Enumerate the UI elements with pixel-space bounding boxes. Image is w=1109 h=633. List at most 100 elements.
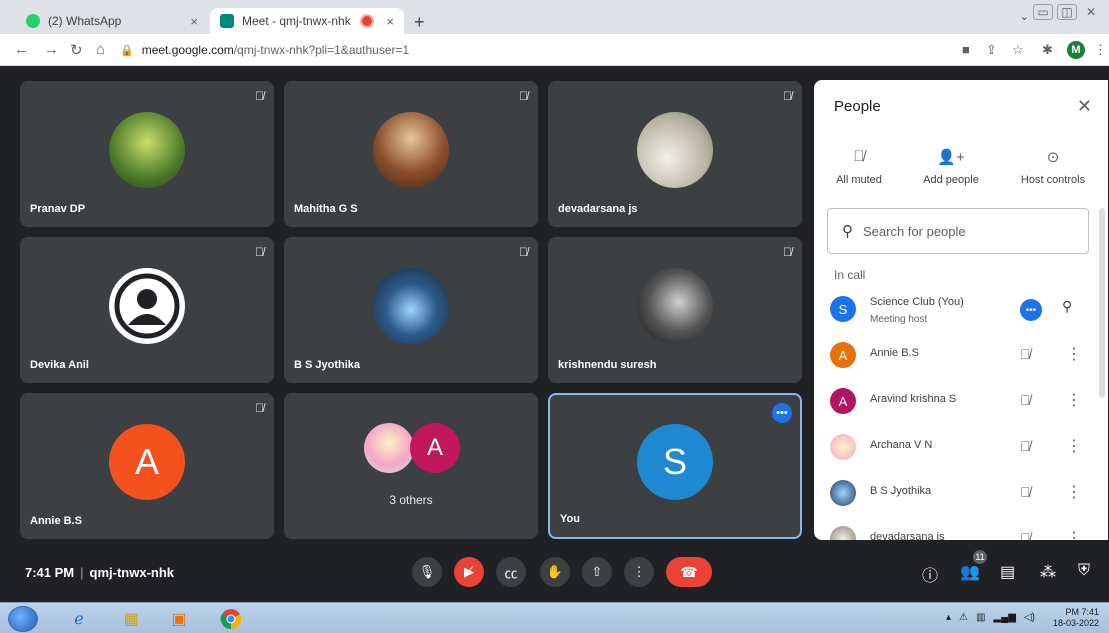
chat-icon[interactable]: ▤ <box>1000 562 1015 582</box>
network-warning-icon[interactable]: ⚠ <box>959 612 968 623</box>
signal-icon[interactable]: ▂▄▆ <box>993 612 1015 623</box>
video-tile[interactable]: 🎙̸ krishnendu suresh <box>548 237 802 383</box>
media-player-icon[interactable]: ▣ <box>162 606 196 632</box>
participant-row[interactable]: A Aravind krishna S 🎙̸ ⋮ <box>830 382 1100 422</box>
pin-icon[interactable]: ⚲ <box>1062 298 1072 315</box>
add-person-icon: 👤+ <box>937 149 965 166</box>
video-tile[interactable]: 🎙̸ A Annie B.S <box>20 393 274 539</box>
mic-off-icon[interactable]: 🎙̸ <box>1020 484 1031 500</box>
video-tile[interactable]: 🎙̸ Pranav DP <box>20 81 274 227</box>
more-vert-icon[interactable]: ⋮ <box>1066 344 1082 364</box>
participant-name: devadarsana js <box>870 531 945 540</box>
others-avatar-2: A <box>410 423 460 473</box>
mic-off-icon[interactable]: 🎙̸ <box>1020 392 1031 408</box>
more-vert-icon[interactable]: ⋮ <box>1066 528 1082 540</box>
volume-icon[interactable]: ◁) <box>1024 612 1035 623</box>
bookmark-star-icon[interactable]: ☆ <box>1012 42 1024 58</box>
raise-hand-button[interactable]: ✋ <box>540 557 570 587</box>
video-tile[interactable]: 🎙̸ Mahitha G S <box>284 81 538 227</box>
os-taskbar: ℯ ▦ ▣ ▴ ⚠ ▥ ▂▄▆ ◁) PM 7:41 18-03-2022 <box>0 602 1109 633</box>
maximize-icon[interactable]: ◫ <box>1057 4 1077 20</box>
profile-avatar[interactable]: M <box>1067 41 1085 59</box>
more-options-icon[interactable]: ••• <box>772 403 792 423</box>
reload-icon[interactable]: ↻ <box>70 41 83 59</box>
share-icon[interactable]: ⇪ <box>986 42 997 58</box>
participant-row[interactable]: devadarsana js 🎙̸ ⋮ <box>830 520 1100 540</box>
camera-indicator-icon[interactable]: ■ <box>962 42 970 57</box>
recording-icon <box>362 16 373 26</box>
microphone-button[interactable]: 🎙 <box>412 557 442 587</box>
avatar-initial: S <box>662 441 687 482</box>
more-options-button[interactable]: ⋮ <box>624 557 654 587</box>
all-muted-button[interactable]: 🎙̸ All muted <box>814 148 904 186</box>
self-video-tile[interactable]: ••• S You <box>548 393 802 539</box>
more-vert-icon[interactable]: ⋮ <box>1066 482 1082 502</box>
participant-row[interactable]: B S Jyothika 🎙̸ ⋮ <box>830 474 1100 514</box>
meeting-controls-bar: 7:41 PM | qmj-tnwx-nhk 🎙 ▶̸ ㏄ ✋ ⇧ ⋮ ☎ ⓘ 👥 … <box>0 548 1109 602</box>
clock-time: PM 7:41 <box>1065 607 1099 617</box>
close-tab-icon[interactable]: × <box>190 14 198 29</box>
participant-name: Annie B.S <box>870 347 919 359</box>
extensions-icon[interactable]: ✱ <box>1042 42 1053 58</box>
participant-name: B S Jyothika <box>870 485 932 497</box>
end-call-button[interactable]: ☎ <box>666 557 712 587</box>
close-tab-icon[interactable]: × <box>386 14 394 29</box>
avatar: S <box>637 424 713 500</box>
tab-whatsapp[interactable]: (2) WhatsApp × <box>16 8 208 34</box>
file-explorer-icon[interactable]: ▦ <box>114 606 148 632</box>
video-tile[interactable]: 🎙̸ B S Jyothika <box>284 237 538 383</box>
add-people-button[interactable]: 👤+ Add people <box>906 148 996 186</box>
minimize-icon[interactable]: ▭ <box>1033 4 1053 20</box>
participant-name: Mahitha G S <box>294 203 358 215</box>
more-options-icon[interactable]: ••• <box>1020 299 1042 321</box>
participant-role: Meeting host <box>870 314 928 325</box>
avatar <box>109 112 185 188</box>
captions-button[interactable]: ㏄ <box>496 557 526 587</box>
chrome-icon[interactable] <box>214 606 248 632</box>
host-controls-button[interactable]: ⊙ Host controls <box>1008 148 1098 186</box>
mic-off-icon[interactable]: 🎙̸ <box>1020 530 1031 540</box>
url-host: meet.google.com <box>141 43 234 57</box>
home-icon[interactable]: ⌂ <box>96 41 105 58</box>
back-icon[interactable]: ← <box>14 41 29 58</box>
video-tile[interactable]: 🎙̸ devadarsana js <box>548 81 802 227</box>
more-vert-icon[interactable]: ⋮ <box>1066 390 1082 410</box>
participant-row[interactable]: A Annie B.S 🎙̸ ⋮ <box>830 336 1100 376</box>
participant-row[interactable]: S Science Club (You) Meeting host ••• ⚲ <box>830 290 1100 330</box>
more-vert-icon[interactable]: ⋮ <box>1066 436 1082 456</box>
video-tile[interactable]: 🎙̸ Devika Anil <box>20 237 274 383</box>
host-controls-icon[interactable]: ⛨ <box>1078 562 1090 580</box>
avatar-initial: A <box>426 434 443 461</box>
participant-row[interactable]: Archana V N 🎙̸ ⋮ <box>830 428 1100 468</box>
whatsapp-icon <box>26 14 40 28</box>
present-button[interactable]: ⇧ <box>582 557 612 587</box>
mic-off-icon[interactable]: 🎙̸ <box>1020 346 1031 362</box>
internet-explorer-icon[interactable]: ℯ <box>62 606 96 632</box>
others-tile[interactable]: A 3 others <box>284 393 538 539</box>
clock: 7:41 PM <box>25 565 75 580</box>
forward-icon[interactable]: → <box>44 41 59 58</box>
close-window-icon[interactable]: ✕ <box>1081 4 1101 20</box>
url-field[interactable]: 🔒 meet.google.com/qmj-tnwx-nhk?pli=1&aut… <box>120 39 950 61</box>
camera-off-button[interactable]: ▶̸ <box>454 557 484 587</box>
close-icon[interactable]: ✕ <box>1077 96 1092 117</box>
avatar-initial: A <box>134 441 159 482</box>
browser-menu-icon[interactable]: ⋮ <box>1094 42 1107 58</box>
network-icon[interactable]: ▥ <box>976 612 985 623</box>
info-icon[interactable]: ⓘ <box>922 562 938 586</box>
mic-off-icon: 🎙̸ <box>255 245 264 259</box>
system-clock[interactable]: PM 7:41 18-03-2022 <box>1053 607 1099 629</box>
participant-name: Science Club (You) <box>870 296 964 308</box>
new-tab-button[interactable]: + <box>414 12 425 33</box>
tab-meet[interactable]: Meet - qmj-tnwx-nhk × <box>210 8 404 34</box>
participant-name: B S Jyothika <box>294 359 361 371</box>
participant-count-badge: 11 <box>971 548 989 566</box>
start-button[interactable] <box>8 606 38 632</box>
mic-off-icon: 🎙̸ <box>853 148 865 165</box>
tab-search-icon[interactable]: ⌄ <box>1020 10 1029 23</box>
mic-off-icon[interactable]: 🎙̸ <box>1020 438 1031 454</box>
tray-expand-icon[interactable]: ▴ <box>946 612 951 623</box>
activities-icon[interactable]: ⁂ <box>1040 562 1056 582</box>
browser-tab-bar: (2) WhatsApp × Meet - qmj-tnwx-nhk × + ⌄… <box>0 0 1109 34</box>
search-people-input[interactable]: ⚲ Search for people <box>827 208 1089 254</box>
